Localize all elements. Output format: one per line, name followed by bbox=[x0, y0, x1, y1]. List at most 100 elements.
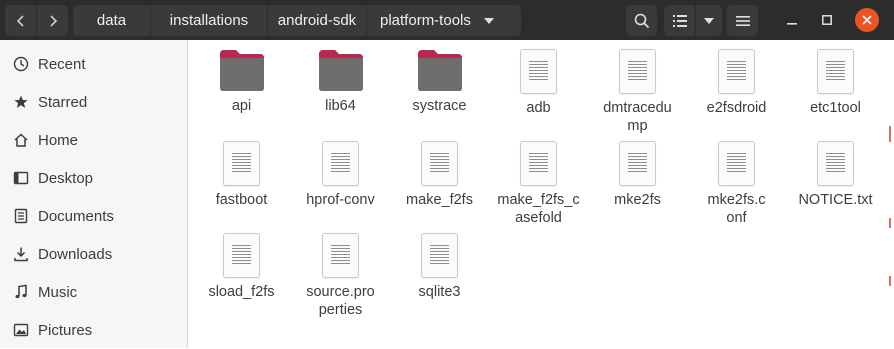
search-button[interactable] bbox=[626, 5, 657, 36]
file-name: make_f2fs bbox=[406, 192, 473, 208]
minimize-icon bbox=[787, 23, 797, 25]
document-icon bbox=[223, 233, 260, 278]
sidebar-item-music[interactable]: Music bbox=[0, 273, 188, 311]
document-icon bbox=[520, 141, 557, 186]
breadcrumb-installations[interactable]: installations bbox=[151, 5, 268, 36]
file-item[interactable]: etc1tool bbox=[788, 49, 883, 117]
breadcrumb-data[interactable]: data bbox=[73, 5, 151, 36]
document-icon bbox=[817, 49, 854, 94]
sidebar-item-pictures[interactable]: Pictures bbox=[0, 311, 188, 349]
list-view-icon bbox=[672, 14, 687, 27]
file-item[interactable]: dmtracedump bbox=[590, 49, 685, 135]
downloads-icon bbox=[13, 246, 29, 262]
file-item[interactable]: fastboot bbox=[194, 141, 289, 209]
close-button[interactable] bbox=[855, 8, 879, 32]
document-icon bbox=[520, 49, 557, 94]
file-name: systrace bbox=[412, 98, 467, 114]
list-view-button[interactable] bbox=[664, 5, 695, 36]
scroll-edge-marker bbox=[889, 276, 891, 286]
sidebar-item-desktop[interactable]: Desktop bbox=[0, 159, 188, 197]
pictures-icon bbox=[13, 322, 29, 338]
file-name: make_f2fs_casefold bbox=[497, 192, 580, 226]
breadcrumb-current-label: platform-tools bbox=[380, 12, 471, 29]
maximize-icon bbox=[822, 15, 832, 25]
home-icon bbox=[13, 132, 29, 148]
document-icon bbox=[223, 141, 260, 186]
file-grid: api lib64 systrace adb dmtracedump e2fsd… bbox=[188, 40, 894, 348]
scroll-edge-marker bbox=[889, 126, 891, 142]
file-name: source.properties bbox=[306, 284, 375, 318]
chevron-left-icon bbox=[16, 14, 24, 27]
file-name: adb bbox=[526, 100, 551, 116]
hamburger-menu-icon bbox=[735, 15, 750, 26]
sidebar-item-downloads[interactable]: Downloads bbox=[0, 235, 188, 273]
file-name: lib64 bbox=[325, 98, 356, 114]
documents-icon bbox=[13, 208, 29, 224]
folder-icon bbox=[417, 50, 462, 91]
file-item[interactable]: sqlite3 bbox=[392, 233, 487, 301]
search-icon bbox=[634, 13, 649, 28]
sidebar: Recent Starred Home Desktop Documents Do… bbox=[0, 40, 188, 348]
chevron-right-icon bbox=[49, 14, 57, 27]
file-name: sload_f2fs bbox=[208, 284, 275, 300]
sidebar-item-home[interactable]: Home bbox=[0, 121, 188, 159]
file-item[interactable]: e2fsdroid bbox=[689, 49, 784, 117]
sidebar-item-label: Recent bbox=[38, 55, 86, 73]
file-name: api bbox=[231, 98, 252, 114]
scroll-edge-marker bbox=[889, 218, 891, 228]
folder-icon bbox=[318, 50, 363, 91]
file-item[interactable]: hprof-conv bbox=[293, 141, 388, 209]
chevron-down-icon[interactable] bbox=[479, 5, 499, 36]
sidebar-item-label: Home bbox=[38, 131, 79, 149]
desktop-icon bbox=[13, 170, 29, 186]
folder-item[interactable]: systrace bbox=[392, 48, 487, 115]
file-name: mke2fs.conf bbox=[707, 192, 766, 226]
file-item[interactable]: source.properties bbox=[293, 233, 388, 319]
sidebar-item-label: Pictures bbox=[38, 321, 93, 339]
document-icon bbox=[817, 141, 854, 186]
maximize-button[interactable] bbox=[815, 8, 839, 32]
file-name: mke2fs bbox=[614, 192, 661, 208]
sidebar-item-label: Documents bbox=[38, 207, 114, 225]
document-icon bbox=[718, 49, 755, 94]
music-icon bbox=[13, 284, 29, 300]
sidebar-item-label: Starred bbox=[38, 93, 88, 111]
file-name: e2fsdroid bbox=[706, 100, 767, 116]
file-item[interactable]: adb bbox=[491, 49, 586, 117]
folder-icon bbox=[219, 50, 264, 91]
header-bar: data installations android-sdk platform-… bbox=[0, 0, 894, 40]
view-options-button[interactable] bbox=[696, 5, 722, 36]
document-icon bbox=[619, 49, 656, 94]
minimize-button[interactable] bbox=[780, 8, 804, 32]
file-item[interactable]: sload_f2fs bbox=[194, 233, 289, 301]
document-icon bbox=[322, 141, 359, 186]
folder-item[interactable]: lib64 bbox=[293, 48, 388, 115]
clock-icon bbox=[13, 56, 29, 72]
sidebar-item-documents[interactable]: Documents bbox=[0, 197, 188, 235]
sidebar-item-label: Downloads bbox=[38, 245, 113, 263]
sidebar-item-starred[interactable]: Starred bbox=[0, 83, 188, 121]
back-button[interactable] bbox=[5, 5, 36, 36]
menu-button[interactable] bbox=[727, 5, 758, 36]
file-item[interactable]: make_f2fs_casefold bbox=[491, 141, 586, 227]
file-name: etc1tool bbox=[810, 100, 861, 116]
file-item[interactable]: mke2fs.conf bbox=[689, 141, 784, 227]
breadcrumb-platform-tools[interactable]: platform-tools bbox=[367, 5, 521, 36]
file-item[interactable]: make_f2fs bbox=[392, 141, 487, 209]
document-icon bbox=[619, 141, 656, 186]
breadcrumb-android-sdk[interactable]: android-sdk bbox=[268, 5, 367, 36]
file-name: dmtracedump bbox=[603, 100, 672, 134]
file-item[interactable]: mke2fs bbox=[590, 141, 685, 209]
document-icon bbox=[421, 233, 458, 278]
document-icon bbox=[322, 233, 359, 278]
document-icon bbox=[718, 141, 755, 186]
file-item[interactable]: NOTICE.txt bbox=[788, 141, 883, 209]
star-icon bbox=[13, 94, 29, 110]
file-name: hprof-conv bbox=[306, 192, 375, 208]
breadcrumb: data installations android-sdk platform-… bbox=[73, 5, 521, 36]
folder-item[interactable]: api bbox=[194, 48, 289, 115]
document-icon bbox=[421, 141, 458, 186]
forward-button[interactable] bbox=[37, 5, 68, 36]
sidebar-item-recent[interactable]: Recent bbox=[0, 45, 188, 83]
file-name: fastboot bbox=[215, 192, 268, 208]
